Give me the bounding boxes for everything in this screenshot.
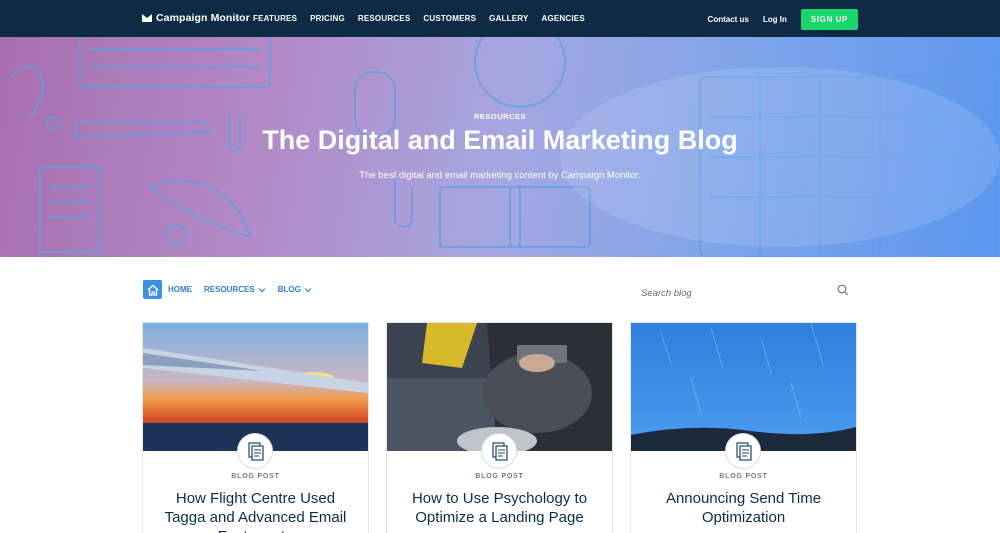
blog-search	[641, 283, 857, 299]
breadcrumb: HOME RESOURCES BLOG	[143, 280, 324, 299]
blog-card[interactable]: BLOG POST How to Use Psychology to Optim…	[386, 322, 613, 533]
contact-link[interactable]: Contact us	[708, 15, 749, 24]
post-title[interactable]: How to Use Psychology to Optimize a Land…	[399, 489, 600, 527]
card-image-airplane[interactable]	[143, 323, 368, 451]
breadcrumb-blog-label: BLOG	[277, 285, 301, 294]
post-type: BLOG POST	[475, 473, 524, 480]
nav-customers[interactable]: CUSTOMERS	[423, 14, 476, 23]
post-type: BLOG POST	[719, 473, 768, 480]
card-image-sky[interactable]	[631, 323, 856, 451]
logo-text: Campaign Monitor	[156, 12, 250, 24]
breadcrumb-home-label: HOME	[168, 285, 192, 294]
nav-agencies[interactable]: AGENCIES	[541, 14, 584, 23]
hero-subtitle: The best digital and email marketing con…	[359, 170, 641, 181]
blog-card[interactable]: BLOG POST Announcing Send Time Optimizat…	[630, 322, 857, 533]
nav-features[interactable]: FEATURES	[253, 14, 297, 23]
main-nav: FEATURES PRICING RESOURCES CUSTOMERS GAL…	[253, 14, 598, 23]
document-icon	[481, 433, 517, 469]
nav-pricing[interactable]: PRICING	[310, 14, 345, 23]
chevron-down-icon	[304, 287, 312, 292]
home-icon[interactable]	[143, 280, 162, 299]
login-link[interactable]: Log In	[763, 15, 787, 24]
breadcrumb-resources[interactable]: RESOURCES	[204, 285, 266, 294]
logo[interactable]: Campaign Monitor	[142, 12, 250, 24]
signup-button[interactable]: SIGN UP	[800, 9, 858, 30]
breadcrumb-home[interactable]: HOME	[168, 285, 192, 294]
blog-card[interactable]: BLOG POST How Flight Centre Used Tagga a…	[142, 322, 369, 533]
page-title: The Digital and Email Marketing Blog	[262, 125, 738, 155]
account-nav: Contact us Log In SIGN UP	[708, 9, 858, 30]
search-icon[interactable]	[837, 284, 849, 296]
envelope-icon	[142, 14, 152, 22]
hero-banner: RESOURCES The Digital and Email Marketin…	[0, 37, 1000, 257]
breadcrumb-resources-label: RESOURCES	[204, 285, 255, 294]
post-title[interactable]: How Flight Centre Used Tagga and Advance…	[155, 489, 356, 533]
search-input[interactable]	[641, 288, 821, 299]
nav-gallery[interactable]: GALLERY	[489, 14, 528, 23]
chevron-down-icon	[258, 287, 266, 292]
post-title[interactable]: Announcing Send Time Optimization	[643, 489, 844, 527]
document-icon	[725, 433, 761, 469]
breadcrumb-blog[interactable]: BLOG	[278, 285, 312, 294]
card-image-tablet[interactable]	[387, 323, 612, 451]
document-icon	[237, 433, 273, 469]
hero-eyebrow: RESOURCES	[473, 112, 526, 121]
nav-resources[interactable]: RESOURCES	[358, 14, 410, 23]
top-navigation: Campaign Monitor FEATURES PRICING RESOUR…	[0, 0, 1000, 37]
post-type: BLOG POST	[231, 473, 280, 480]
